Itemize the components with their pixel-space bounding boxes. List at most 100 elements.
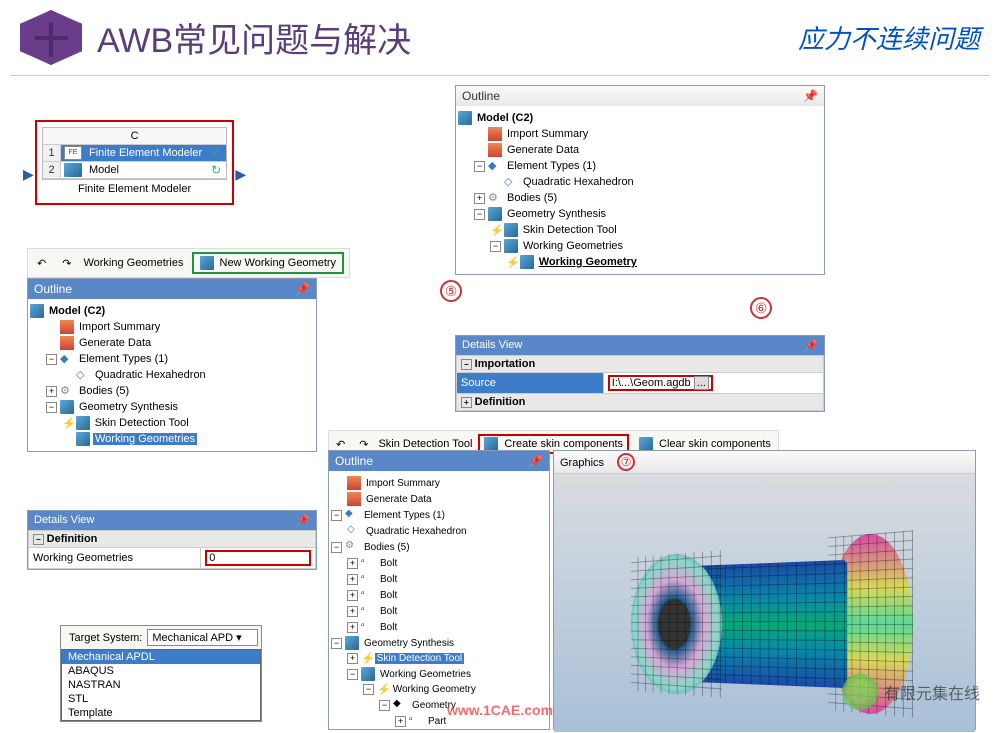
import-icon (347, 476, 361, 490)
slide-number-badge: 十 (20, 10, 82, 65)
element-icon: ◆ (60, 352, 74, 366)
wechat-icon (842, 674, 878, 710)
tree-item-geom-synthesis[interactable]: −Geometry Synthesis (30, 399, 314, 415)
slide-subtitle: 应力不连续问题 (798, 19, 980, 56)
tree-item-import-summary[interactable]: Import Summary (458, 126, 822, 142)
expand-toggle[interactable]: + (347, 558, 358, 569)
body-icon: ▫ (361, 572, 375, 586)
collapse-toggle[interactable]: − (474, 209, 485, 220)
tree-item-quad-hex[interactable]: ◇Quadratic Hexahedron (30, 367, 314, 383)
collapse-toggle[interactable]: − (347, 669, 358, 680)
collapse-toggle[interactable]: − (331, 510, 342, 521)
pin-icon[interactable]: 📌 (803, 89, 818, 103)
new-working-geometry-button[interactable]: New Working Geometry (192, 252, 345, 274)
collapse-toggle[interactable]: − (363, 684, 374, 695)
tree-item-generate-data[interactable]: Generate Data (30, 335, 314, 351)
details-row-working-geometries[interactable]: Working Geometries 0 (29, 548, 316, 569)
collapse-toggle[interactable]: − (379, 700, 390, 711)
tree-item-bodies[interactable]: +⚙Bodies (5) (30, 383, 314, 399)
redo-button[interactable]: ↷ (58, 255, 75, 272)
collapse-toggle[interactable]: − (474, 161, 485, 172)
outline-title: Outline (34, 282, 72, 296)
option-stl[interactable]: STL (62, 692, 260, 706)
undo-button[interactable]: ↶ (33, 255, 50, 272)
system-caption: Finite Element Modeler (42, 180, 227, 198)
tree-item-import-summary[interactable]: Import Summary (30, 319, 314, 335)
tree-item-working-geometries[interactable]: −Working Geometries (458, 238, 822, 254)
tree-item-element-types[interactable]: −◆Element Types (1) (331, 507, 547, 523)
system-row-fem[interactable]: 1 FE Finite Element Modeler ✓ (43, 145, 226, 162)
tree-item-geom-synthesis[interactable]: −Geometry Synthesis (331, 635, 547, 651)
expand-toggle[interactable]: + (347, 622, 358, 633)
pin-icon[interactable]: 📌 (528, 454, 543, 468)
property-value[interactable]: I:\...\Geom.agdb ... (603, 373, 823, 394)
tree-item-working-geometry[interactable]: −⚡Working Geometry (331, 682, 547, 697)
option-template[interactable]: Template (62, 706, 260, 720)
details-row-source[interactable]: Source I:\...\Geom.agdb ... (457, 373, 824, 394)
tree-item-skin-detection[interactable]: +⚡Skin Detection Tool (331, 651, 547, 666)
element-icon: ◆ (488, 159, 502, 173)
pin-icon[interactable]: 📌 (296, 514, 310, 527)
tree-item-quad-hex[interactable]: ◇Quadratic Hexahedron (458, 174, 822, 190)
expand-toggle[interactable]: + (395, 716, 406, 727)
tree-item-bolt[interactable]: +▫Bolt (331, 619, 547, 635)
tree-item-skin-detection[interactable]: ⚡Skin Detection Tool (458, 222, 822, 238)
tree-item-quad-hex[interactable]: ◇Quadratic Hexahedron (331, 523, 547, 539)
expand-toggle[interactable]: + (347, 574, 358, 585)
tree-root-model[interactable]: Model (C2) (30, 303, 314, 319)
tree-item-generate-data[interactable]: Generate Data (458, 142, 822, 158)
tree-item-bolt[interactable]: +▫Bolt (331, 571, 547, 587)
cube-icon (488, 207, 502, 221)
tree-item-generate-data[interactable]: Generate Data (331, 491, 547, 507)
cube-icon (458, 111, 472, 125)
pin-icon[interactable]: 📌 (804, 339, 818, 352)
target-system-dropdown[interactable]: Target System: Mechanical APD ▾ Mechanic… (60, 625, 262, 722)
tree-item-element-types[interactable]: −◆Element Types (1) (458, 158, 822, 174)
system-row-model[interactable]: 2 Model ↻ (43, 162, 226, 179)
collapse-toggle[interactable]: − (490, 241, 501, 252)
callout-mark-7: ⑦ (617, 453, 635, 471)
expand-toggle[interactable]: + (46, 386, 57, 397)
tree-item-working-geometries[interactable]: Working Geometries (30, 431, 314, 447)
option-abaqus[interactable]: ABAQUS (62, 664, 260, 678)
body-icon: ▫ (361, 620, 375, 634)
tree-item-working-geometries[interactable]: −Working Geometries (331, 666, 547, 682)
tree-root-model[interactable]: Model (C2) (458, 110, 822, 126)
callout-mark-6: ⑥ (750, 297, 772, 319)
toolbar-label: Working Geometries (83, 257, 183, 269)
element-icon: ◇ (76, 368, 90, 382)
tree-item-import-summary[interactable]: Import Summary (331, 475, 547, 491)
expand-toggle[interactable]: + (347, 653, 358, 664)
wechat-text: 有限元集在线 (884, 680, 980, 704)
tree-item-geom-synthesis[interactable]: −Geometry Synthesis (458, 206, 822, 222)
expand-toggle[interactable]: + (347, 606, 358, 617)
expand-toggle[interactable]: + (347, 590, 358, 601)
system-cell-container: ▶ ▶ C 1 FE Finite Element Modeler ✓ 2 Mo… (35, 120, 234, 205)
part-icon: ▫ (409, 714, 423, 728)
collapse-toggle[interactable]: − (331, 542, 342, 553)
tree-item-bodies[interactable]: +⚙Bodies (5) (458, 190, 822, 206)
outline-tree: Import Summary Generate Data −◆Element T… (329, 471, 549, 733)
property-value[interactable]: 0 (201, 548, 316, 569)
collapse-toggle[interactable]: − (331, 638, 342, 649)
element-icon: ◇ (504, 175, 518, 189)
working-geometry-toolbar: ↶ ↷ Working Geometries New Working Geome… (27, 248, 350, 278)
tree-item-bodies[interactable]: −⚙Bodies (5) (331, 539, 547, 555)
option-nastran[interactable]: NASTRAN (62, 678, 260, 692)
tree-item-working-geometry[interactable]: ⚡Working Geometry (458, 254, 822, 270)
expand-toggle[interactable]: + (474, 193, 485, 204)
target-system-selected[interactable]: Mechanical APD ▾ (147, 629, 257, 646)
collapse-toggle[interactable]: − (46, 354, 57, 365)
pin-icon[interactable]: 📌 (295, 282, 310, 296)
tree-item-bolt[interactable]: +▫Bolt (331, 587, 547, 603)
option-mechanical-apdl[interactable]: Mechanical APDL (62, 650, 260, 664)
tree-item-bolt[interactable]: +▫Bolt (331, 603, 547, 619)
tree-item-bolt[interactable]: +▫Bolt (331, 555, 547, 571)
tree-item-skin-detection[interactable]: ⚡Skin Detection Tool (30, 415, 314, 431)
cube-icon (76, 416, 90, 430)
browse-button[interactable]: ... (694, 376, 709, 390)
tree-item-element-types[interactable]: −◆Element Types (1) (30, 351, 314, 367)
details-title: Details View (462, 339, 522, 352)
collapse-toggle[interactable]: − (46, 402, 57, 413)
details-header: Details View 📌 (28, 511, 316, 530)
